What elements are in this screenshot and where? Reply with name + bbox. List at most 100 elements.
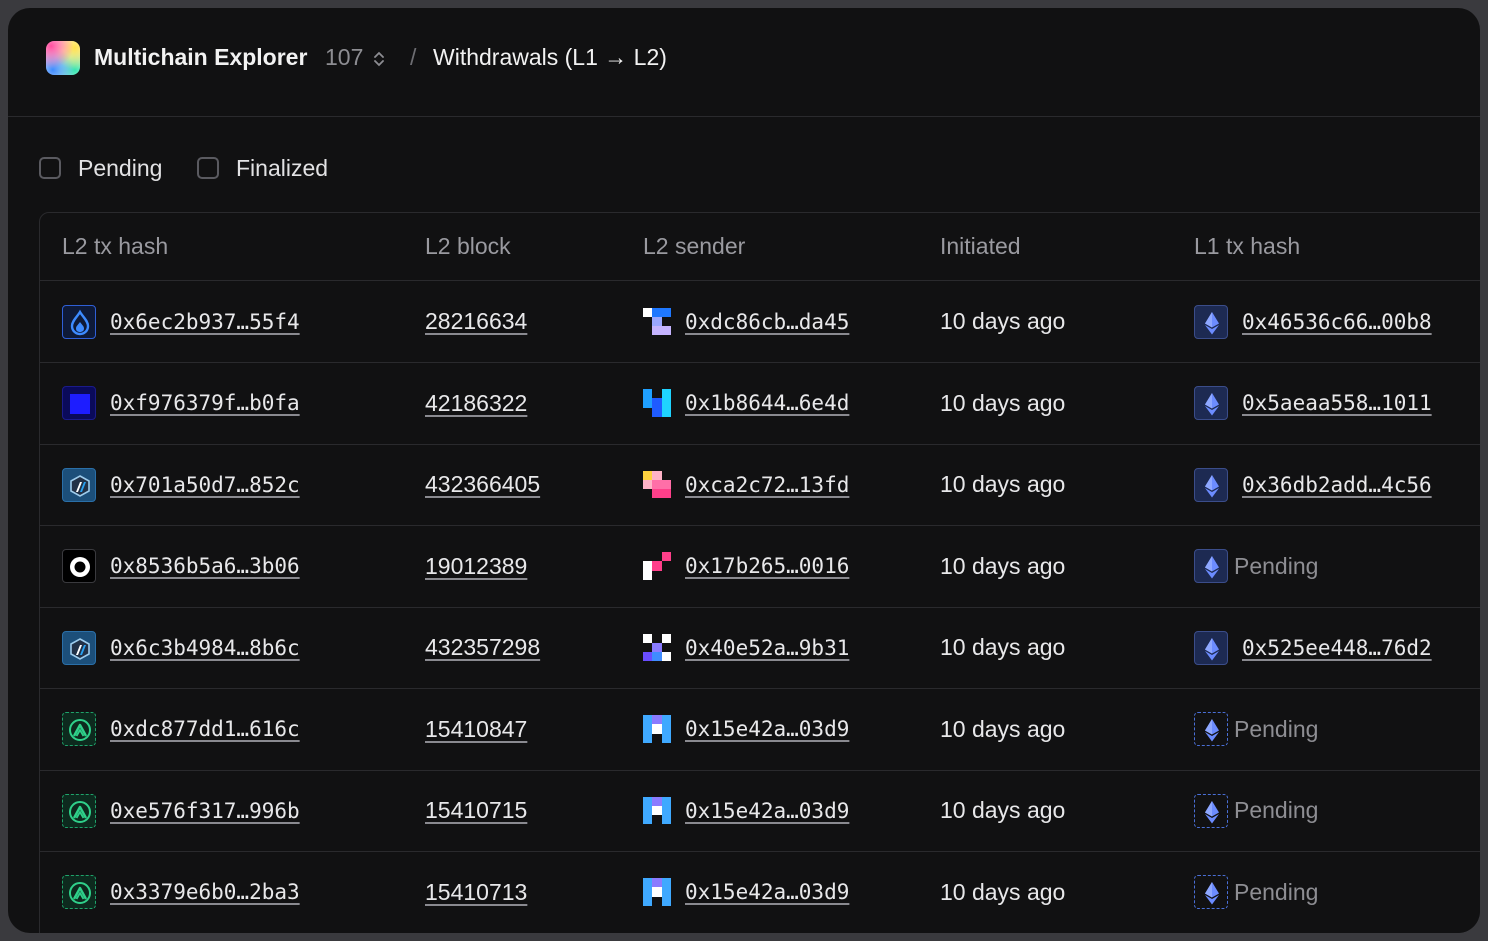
blue-flame-icon: [62, 304, 96, 339]
table-row[interactable]: 0xe576f317…996b 15410715 0x15e42a…03d9 10 d…: [40, 770, 1480, 852]
l1-tx-hash-link[interactable]: 0x525ee448…76d2: [1242, 636, 1432, 660]
l2-sender-cell: 0x15e42a…03d9: [643, 689, 849, 770]
page-header: Multichain Explorer 107 / Withdrawals (L…: [8, 8, 1480, 117]
table-row[interactable]: 0xf976379f…b0fa 42186322 0x1b8644…6e4d 10 d…: [40, 363, 1480, 445]
l2-tx-hash-cell: 0x6ec2b937…55f4: [62, 281, 300, 362]
l2-sender-link[interactable]: 0xdc86cb…da45: [685, 310, 849, 334]
l2-block-cell: 28216634: [425, 281, 527, 362]
sender-identicon-icon: [643, 389, 671, 417]
l2-tx-hash-cell: 0xdc877dd1…616c: [62, 689, 300, 770]
l2-tx-hash-link[interactable]: 0x8536b5a6…3b06: [110, 554, 300, 578]
filter-label: Pending: [78, 154, 163, 181]
l2-tx-hash-cell: 0xf976379f…b0fa: [62, 363, 300, 444]
l2-block-cell: 15410847: [425, 689, 527, 770]
ethereum-icon: [1194, 712, 1228, 746]
ethereum-icon: [1194, 386, 1228, 420]
sender-identicon-icon: [643, 470, 671, 499]
l2-tx-hash-link[interactable]: 0x6c3b4984…8b6c: [110, 636, 300, 660]
ethereum-icon: [1194, 793, 1228, 828]
app-logo-icon[interactable]: [46, 41, 80, 75]
l2-tx-hash-link[interactable]: 0x6ec2b937…55f4: [110, 310, 300, 334]
l2-block-link[interactable]: 432357298: [425, 634, 540, 661]
checkbox-box[interactable]: [197, 157, 219, 179]
filter-pending-checkbox[interactable]: Pending: [39, 154, 162, 182]
l1-tx-hash-link[interactable]: 0x36db2add…4c56: [1242, 473, 1432, 497]
ethereum-icon: [1194, 549, 1228, 583]
l1-status-pending: Pending: [1234, 878, 1319, 905]
sender-identicon-icon: [643, 796, 671, 825]
initiated-time: 10 days ago: [940, 552, 1066, 579]
filter-finalized-checkbox[interactable]: Finalized: [197, 154, 328, 182]
l1-tx-hash-link[interactable]: 0x5aeaa558…1011: [1242, 391, 1432, 415]
l2-tx-hash-link[interactable]: 0x701a50d7…852c: [110, 473, 300, 497]
sender-identicon-icon: [643, 715, 671, 743]
green-arch-icon: [62, 875, 96, 909]
l2-sender-link[interactable]: 0x40e52a…9b31: [685, 636, 849, 660]
sender-identicon-icon: [643, 552, 671, 580]
initiated-time: 10 days ago: [940, 308, 1066, 334]
app-title[interactable]: Multichain Explorer: [94, 44, 307, 71]
l2-block-link[interactable]: 15410847: [425, 716, 527, 743]
initiated-time: 10 days ago: [940, 797, 1066, 823]
chevron-up-down-icon[interactable]: [372, 49, 386, 69]
table-row[interactable]: 0x3379e6b0…2ba3 15410713 0x15e42a…03d9 10 d…: [40, 852, 1480, 933]
l2-tx-hash-link[interactable]: 0xf976379f…b0fa: [110, 391, 300, 415]
l1-tx-hash-link[interactable]: 0x46536c66…00b8: [1242, 310, 1432, 334]
ethereum-icon: [1194, 630, 1228, 665]
l1-status-pending: Pending: [1234, 715, 1319, 742]
l1-tx-hash-cell: Pending: [1194, 689, 1318, 770]
l2-sender-link[interactable]: 0x1b8644…6e4d: [685, 391, 849, 415]
l2-sender-link[interactable]: 0xca2c72…13fd: [685, 473, 849, 497]
sender-identicon-icon: [643, 307, 671, 336]
l2-block-link[interactable]: 42186322: [425, 390, 527, 417]
column-header-l1-tx-hash: L1 tx hash: [1194, 233, 1301, 259]
l1-tx-hash-cell: Pending: [1194, 852, 1318, 933]
l1-tx-hash-cell: 0x5aeaa558…1011: [1194, 363, 1432, 444]
optimism-ring-icon: [62, 549, 96, 583]
explorer-window: Multichain Explorer 107 / Withdrawals (L…: [8, 8, 1480, 933]
blue-square-icon: [62, 386, 96, 420]
filter-label: Finalized: [236, 154, 329, 181]
table-row[interactable]: 0x6c3b4984…8b6c 432357298 0x40e52a…9b31 10 …: [40, 607, 1480, 689]
checkbox-box[interactable]: [39, 157, 61, 179]
ethereum-icon: [1194, 875, 1228, 909]
l2-tx-hash-cell: 0xe576f317…996b: [62, 770, 300, 851]
l2-block-link[interactable]: 432366405: [425, 471, 540, 498]
l2-block-cell: 42186322: [425, 363, 527, 444]
sender-identicon-icon: [643, 633, 671, 662]
initiated-time: 10 days ago: [940, 389, 1066, 416]
chain-count[interactable]: 107: [325, 44, 363, 71]
l2-tx-hash-link[interactable]: 0xe576f317…996b: [110, 799, 300, 823]
l2-block-link[interactable]: 19012389: [425, 553, 527, 580]
arbitrum-icon: [62, 467, 96, 502]
l2-block-link[interactable]: 28216634: [425, 308, 527, 335]
l2-sender-cell: 0x40e52a…9b31: [643, 607, 849, 688]
l2-tx-hash-cell: 0x701a50d7…852c: [62, 444, 300, 525]
l1-tx-hash-cell: 0x46536c66…00b8: [1194, 281, 1432, 362]
l2-sender-cell: 0x17b265…0016: [643, 526, 849, 607]
initiated-cell: 10 days ago: [940, 852, 1065, 933]
table-row[interactable]: 0x6ec2b937…55f4 28216634 0xdc86cb…da45 10 d…: [40, 281, 1480, 363]
table-row[interactable]: 0x701a50d7…852c 432366405 0xca2c72…13fd 10 …: [40, 444, 1480, 526]
initiated-cell: 10 days ago: [940, 363, 1065, 444]
arbitrum-icon: [62, 630, 96, 665]
l2-sender-cell: 0x1b8644…6e4d: [643, 363, 849, 444]
column-header-l2-sender: L2 sender: [643, 233, 746, 259]
table-row[interactable]: 0x8536b5a6…3b06 19012389 0x17b265…0016 10 d…: [40, 526, 1480, 608]
table-row[interactable]: 0xdc877dd1…616c 15410847 0x15e42a…03d9 10 d…: [40, 689, 1480, 771]
l2-tx-hash-link[interactable]: 0xdc877dd1…616c: [110, 717, 300, 741]
l1-tx-hash-cell: 0x525ee448…76d2: [1194, 607, 1432, 688]
l2-block-link[interactable]: 15410713: [425, 879, 527, 906]
l2-sender-link[interactable]: 0x15e42a…03d9: [685, 717, 849, 741]
l2-sender-link[interactable]: 0x15e42a…03d9: [685, 880, 849, 904]
l2-block-cell: 432357298: [425, 607, 540, 688]
initiated-time: 10 days ago: [940, 715, 1066, 742]
l2-sender-link[interactable]: 0x15e42a…03d9: [685, 799, 849, 823]
l2-tx-hash-cell: 0x8536b5a6…3b06: [62, 526, 300, 607]
l2-block-link[interactable]: 15410715: [425, 797, 527, 824]
initiated-time: 10 days ago: [940, 878, 1066, 905]
page-title: Withdrawals (L1 → L2): [433, 44, 667, 70]
l2-tx-hash-link[interactable]: 0x3379e6b0…2ba3: [110, 880, 300, 904]
l2-sender-link[interactable]: 0x17b265…0016: [685, 554, 849, 578]
l2-block-cell: 432366405: [425, 444, 540, 525]
